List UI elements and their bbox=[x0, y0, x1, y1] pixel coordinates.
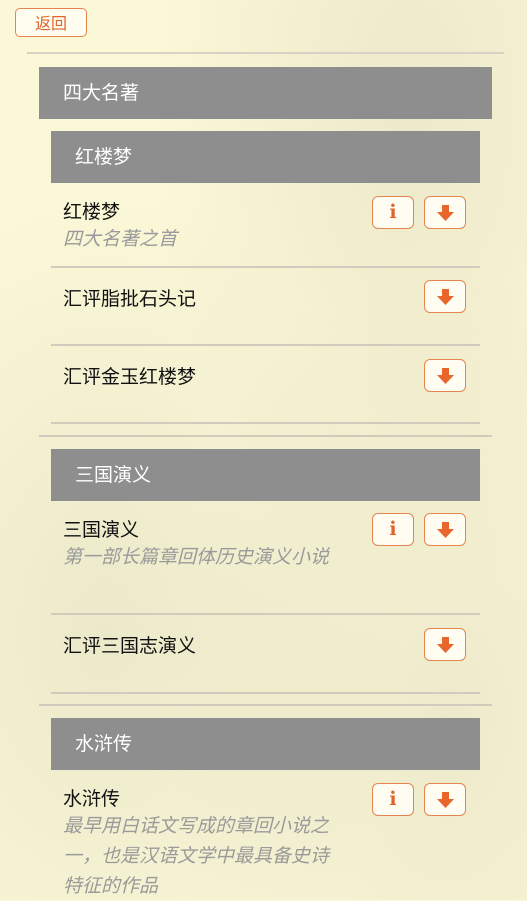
book-list-page: 返回 四大名著 红楼梦 红楼梦 四大名著之首 i 汇评脂批石头记 汇评金玉红楼梦… bbox=[0, 0, 527, 900]
download-arrow-icon bbox=[437, 205, 454, 221]
section-header: 三国演义 bbox=[51, 449, 480, 501]
info-icon: i bbox=[389, 788, 397, 810]
info-icon: i bbox=[389, 518, 397, 540]
download-button[interactable] bbox=[424, 196, 466, 229]
item-title: 水浒传 bbox=[63, 788, 121, 810]
download-button[interactable] bbox=[424, 280, 466, 313]
download-button[interactable] bbox=[424, 513, 466, 546]
section-hongloumeng: 红楼梦 红楼梦 四大名著之首 i 汇评脂批石头记 汇评金玉红楼梦 bbox=[51, 131, 480, 424]
item-description: 四大名著之首 bbox=[63, 228, 178, 250]
list-item[interactable]: 红楼梦 四大名著之首 i bbox=[51, 183, 480, 268]
list-item[interactable]: 三国演义 第一部长篇章回体历史演义小说 i bbox=[51, 501, 480, 615]
item-title: 三国演义 bbox=[63, 519, 140, 541]
item-description: 第一部长篇章回体历史演义小说 bbox=[63, 546, 330, 568]
info-button[interactable]: i bbox=[372, 783, 414, 816]
section-header: 红楼梦 bbox=[51, 131, 480, 183]
section-header: 水浒传 bbox=[51, 718, 480, 770]
download-arrow-icon bbox=[437, 522, 454, 538]
download-button[interactable] bbox=[424, 628, 466, 661]
list-item[interactable]: 汇评脂批石头记 bbox=[51, 268, 480, 346]
download-arrow-icon bbox=[437, 792, 454, 808]
item-title: 红楼梦 bbox=[63, 201, 121, 223]
divider bbox=[27, 52, 504, 54]
info-button[interactable]: i bbox=[372, 196, 414, 229]
download-arrow-icon bbox=[437, 289, 454, 305]
download-button[interactable] bbox=[424, 783, 466, 816]
category-header: 四大名著 bbox=[39, 67, 492, 119]
info-button[interactable]: i bbox=[372, 513, 414, 546]
download-button[interactable] bbox=[424, 359, 466, 392]
item-description: 最早用白话文写成的章回小说之一，也是汉语文学中最具备史诗特征的作品 bbox=[63, 815, 330, 897]
section-divider bbox=[39, 435, 492, 437]
list-item[interactable]: 汇评金玉红楼梦 bbox=[51, 346, 480, 424]
item-title: 汇评三国志演义 bbox=[63, 635, 197, 657]
item-title: 汇评金玉红楼梦 bbox=[63, 366, 197, 388]
download-arrow-icon bbox=[437, 637, 454, 653]
back-button[interactable]: 返回 bbox=[15, 8, 87, 37]
item-title: 汇评脂批石头记 bbox=[63, 288, 197, 310]
download-arrow-icon bbox=[437, 368, 454, 384]
list-item[interactable]: 水浒传 最早用白话文写成的章回小说之一，也是汉语文学中最具备史诗特征的作品 i bbox=[51, 770, 480, 900]
section-divider bbox=[39, 704, 492, 706]
section-sanguoyanyi: 三国演义 三国演义 第一部长篇章回体历史演义小说 i 汇评三国志演义 bbox=[51, 449, 480, 694]
section-shuihuzhuan: 水浒传 水浒传 最早用白话文写成的章回小说之一，也是汉语文学中最具备史诗特征的作… bbox=[51, 718, 480, 900]
list-item[interactable]: 汇评三国志演义 bbox=[51, 615, 480, 694]
info-icon: i bbox=[389, 201, 397, 223]
